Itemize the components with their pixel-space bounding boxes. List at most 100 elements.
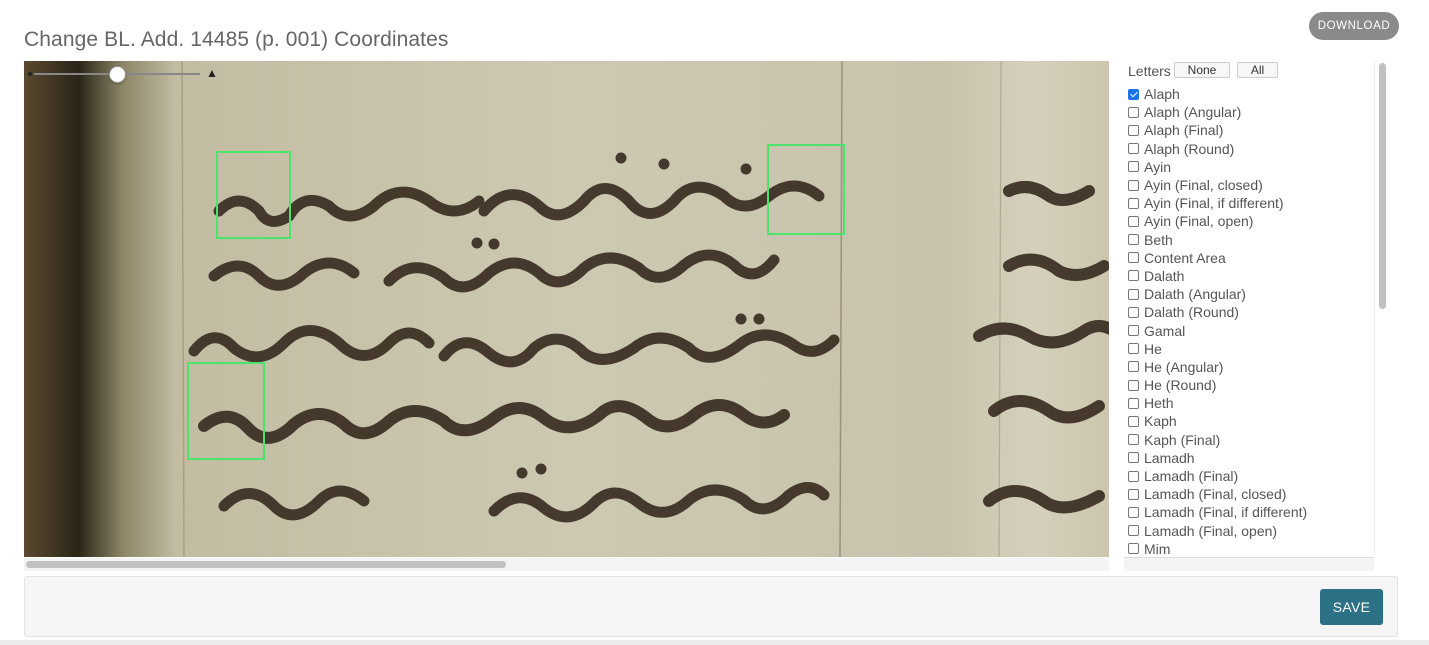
- zoom-slider[interactable]: ▲: [28, 66, 218, 83]
- letter-checkbox[interactable]: [1128, 252, 1139, 264]
- letter-checkbox[interactable]: [1128, 234, 1139, 246]
- letter-option[interactable]: Heth: [1128, 394, 1372, 412]
- letter-label: Alaph (Angular): [1144, 104, 1242, 121]
- letter-option[interactable]: Alaph (Angular): [1128, 103, 1372, 121]
- letter-checkbox[interactable]: [1128, 379, 1139, 391]
- letter-checkbox[interactable]: [1128, 506, 1139, 518]
- letter-checkbox[interactable]: [1128, 215, 1139, 227]
- horizontal-scroll-thumb[interactable]: [26, 561, 506, 568]
- letter-label: Alaph: [1144, 86, 1180, 103]
- download-button[interactable]: DOWNLOAD: [1309, 12, 1399, 40]
- letter-label: Ayin (Final, closed): [1144, 177, 1263, 194]
- letter-option[interactable]: Ayin (Final, open): [1128, 212, 1372, 230]
- letter-label: Kaph (Final): [1144, 431, 1221, 448]
- letter-option[interactable]: Ayin: [1128, 158, 1372, 176]
- letter-label: Heth: [1144, 395, 1174, 412]
- footer-bar: SAVE: [24, 576, 1398, 637]
- letter-option[interactable]: Ayin (Final, if different): [1128, 194, 1372, 212]
- letter-option[interactable]: Beth: [1128, 231, 1372, 249]
- letter-option[interactable]: Alaph: [1128, 85, 1372, 103]
- letter-checkbox[interactable]: [1128, 306, 1139, 318]
- letter-label: He (Round): [1144, 377, 1217, 394]
- letter-checkbox[interactable]: [1128, 106, 1139, 118]
- letters-panel: Letters None All Alaph Alaph (Angular) Ala…: [1124, 61, 1390, 571]
- save-button[interactable]: SAVE: [1320, 589, 1383, 625]
- letter-option[interactable]: Kaph: [1128, 412, 1372, 430]
- manuscript-viewer[interactable]: ▲: [24, 61, 1109, 557]
- letter-checkbox[interactable]: [1128, 197, 1139, 209]
- letter-label: Dalath: [1144, 267, 1185, 284]
- letter-checkbox[interactable]: [1128, 161, 1139, 173]
- letter-option[interactable]: Alaph (Final): [1128, 121, 1372, 139]
- letters-list: Alaph Alaph (Angular) Alaph (Final) Alaph (…: [1128, 85, 1372, 557]
- panel-horizontal-scrollbar[interactable]: [1124, 558, 1374, 571]
- letter-label: Dalath (Angular): [1144, 286, 1246, 303]
- parchment-background: [24, 61, 1109, 557]
- letter-option[interactable]: Dalath (Angular): [1128, 285, 1372, 303]
- horizontal-scrollbar[interactable]: [24, 558, 1109, 571]
- letter-label: Gamal: [1144, 322, 1186, 339]
- letter-label: Lamadh (Final): [1144, 468, 1239, 485]
- letter-option[interactable]: Alaph (Round): [1128, 140, 1372, 158]
- page-bottom-edge: [0, 640, 1429, 645]
- zoom-min-dot: [28, 72, 32, 76]
- letter-checkbox[interactable]: [1128, 397, 1139, 409]
- letter-label: Lamadh: [1144, 449, 1195, 466]
- select-all-button[interactable]: All: [1237, 62, 1278, 78]
- letter-label: Ayin (Final, open): [1144, 213, 1254, 230]
- letters-scroll-thumb[interactable]: [1379, 63, 1386, 309]
- letter-label: Lamadh (Final, open): [1144, 522, 1278, 539]
- letter-checkbox[interactable]: [1128, 525, 1139, 537]
- letter-checkbox[interactable]: [1128, 325, 1139, 337]
- zoom-thumb[interactable]: [109, 66, 126, 83]
- letter-label: Ayin: [1144, 158, 1171, 175]
- letter-label: Content Area: [1144, 249, 1226, 266]
- letter-option[interactable]: Lamadh: [1128, 449, 1372, 467]
- letter-option[interactable]: Kaph (Final): [1128, 431, 1372, 449]
- letter-checkbox[interactable]: [1128, 270, 1139, 282]
- letter-option[interactable]: Content Area: [1128, 249, 1372, 267]
- letter-option[interactable]: Ayin (Final, closed): [1128, 176, 1372, 194]
- letter-option[interactable]: Dalath (Round): [1128, 303, 1372, 321]
- letter-label: Lamadh (Final, closed): [1144, 486, 1287, 503]
- zoom-max-icon[interactable]: ▲: [206, 67, 218, 79]
- letter-label: Ayin (Final, if different): [1144, 195, 1284, 212]
- letter-option[interactable]: Dalath: [1128, 267, 1372, 285]
- letter-checkbox[interactable]: [1128, 434, 1139, 446]
- letter-label: Lamadh (Final, if different): [1144, 504, 1308, 521]
- letter-option[interactable]: Gamal: [1128, 321, 1372, 339]
- letter-label: Alaph (Final): [1144, 122, 1224, 139]
- letter-checkbox[interactable]: [1128, 124, 1139, 136]
- letter-checkbox[interactable]: [1128, 179, 1139, 191]
- letter-option[interactable]: Lamadh (Final, open): [1128, 522, 1372, 540]
- letter-option[interactable]: Mim: [1128, 540, 1372, 557]
- letter-checkbox[interactable]: [1128, 488, 1139, 500]
- letter-checkbox[interactable]: [1128, 415, 1139, 427]
- letters-vertical-scrollbar[interactable]: [1374, 61, 1390, 557]
- letter-checkbox[interactable]: [1128, 543, 1139, 555]
- letter-checkbox[interactable]: [1128, 343, 1139, 355]
- manuscript-image: [24, 61, 1109, 557]
- letter-option[interactable]: He (Round): [1128, 376, 1372, 394]
- letter-label: Dalath (Round): [1144, 304, 1239, 321]
- letter-label: Mim: [1144, 540, 1171, 557]
- letter-option[interactable]: Lamadh (Final, closed): [1128, 485, 1372, 503]
- letter-label: He (Angular): [1144, 358, 1224, 375]
- letter-checkbox[interactable]: [1128, 288, 1139, 300]
- letters-header: Letters: [1128, 63, 1171, 79]
- letter-label: Kaph: [1144, 413, 1177, 430]
- select-none-button[interactable]: None: [1174, 62, 1230, 78]
- letter-checkbox[interactable]: [1128, 88, 1139, 100]
- letter-checkbox[interactable]: [1128, 361, 1139, 373]
- letter-option[interactable]: Lamadh (Final): [1128, 467, 1372, 485]
- letter-checkbox[interactable]: [1128, 143, 1139, 155]
- letter-option[interactable]: He (Angular): [1128, 358, 1372, 376]
- page-title: Change BL. Add. 14485 (p. 001) Coordinat…: [24, 28, 449, 52]
- letter-checkbox[interactable]: [1128, 470, 1139, 482]
- letter-label: Alaph (Round): [1144, 140, 1235, 157]
- letter-checkbox[interactable]: [1128, 452, 1139, 464]
- letter-option[interactable]: Lamadh (Final, if different): [1128, 503, 1372, 521]
- letter-label: He: [1144, 340, 1162, 357]
- letter-option[interactable]: He: [1128, 340, 1372, 358]
- letter-label: Beth: [1144, 231, 1173, 248]
